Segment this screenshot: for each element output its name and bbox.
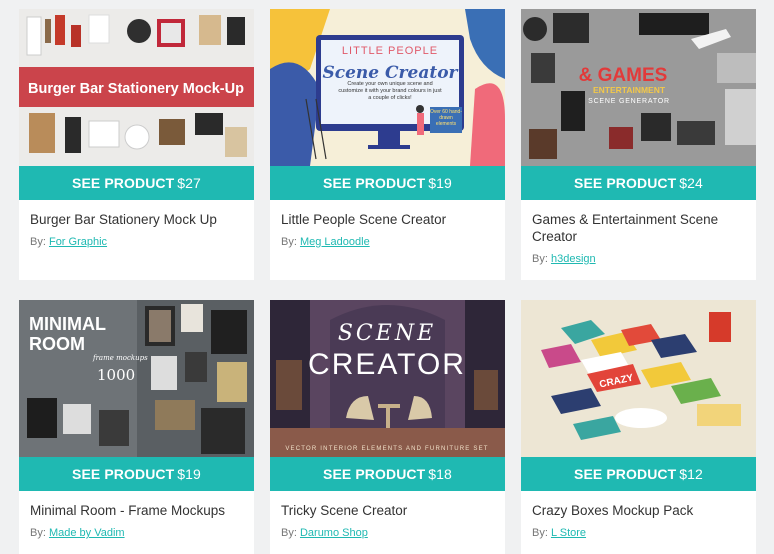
product-thumbnail[interactable]: SCENE CREATOR VECTOR INTERIOR ELEMENTS A…: [270, 300, 505, 457]
author-link[interactable]: Darumo Shop: [300, 527, 368, 539]
see-product-button[interactable]: SEE PRODUCT $19: [19, 457, 254, 491]
product-card: LITTLE PEOPLE Scene Creator Create your …: [270, 9, 505, 280]
by-label: By:: [281, 527, 297, 539]
price: $12: [679, 466, 703, 482]
see-product-label: SEE PRODUCT: [72, 466, 175, 482]
thumb-tagline: SCENE GENERATOR: [588, 98, 670, 105]
product-title[interactable]: Crazy Boxes Mockup Pack: [532, 502, 745, 519]
thumb-title: SCENE: [338, 321, 436, 346]
see-product-label: SEE PRODUCT: [72, 175, 175, 191]
see-product-button[interactable]: SEE PRODUCT $18: [270, 457, 505, 491]
author-link[interactable]: h3design: [551, 253, 596, 265]
see-product-label: SEE PRODUCT: [574, 466, 677, 482]
see-product-button[interactable]: SEE PRODUCT $27: [19, 166, 254, 200]
card-info: Little People Scene Creator By: Meg Lado…: [270, 200, 505, 249]
price: $24: [679, 175, 703, 191]
author-line: By: h3design: [532, 252, 745, 266]
author-link[interactable]: Meg Ladoodle: [300, 236, 370, 248]
minimal-room-image: MINIMAL ROOM frame mockups 1000: [19, 300, 254, 457]
thumb-subtitle: ENTERTAINMENT: [593, 85, 666, 95]
by-label: By:: [281, 236, 297, 248]
by-label: By:: [30, 527, 46, 539]
product-card: MINIMAL ROOM frame mockups 1000 SEE PROD…: [19, 300, 254, 554]
thumb-subtitle: frame mockups: [92, 354, 148, 362]
product-title[interactable]: Little People Scene Creator: [281, 211, 494, 228]
author-line: By: Darumo Shop: [281, 526, 494, 540]
card-info: Crazy Boxes Mockup Pack By: L Store: [521, 491, 756, 540]
card-info: Burger Bar Stationery Mock Up By: For Gr…: [19, 200, 254, 249]
product-thumbnail[interactable]: Burger Bar Stationery Mock-Up: [19, 9, 254, 166]
author-line: By: Meg Ladoodle: [281, 235, 494, 249]
see-product-label: SEE PRODUCT: [323, 466, 426, 482]
product-thumbnail[interactable]: LITTLE PEOPLE Scene Creator Create your …: [270, 9, 505, 166]
card-info: Games & Entertainment Scene Creator By: …: [521, 200, 756, 266]
price: $19: [177, 466, 201, 482]
author-link[interactable]: Made by Vadim: [49, 527, 125, 539]
author-link[interactable]: For Graphic: [49, 236, 107, 248]
product-card: CRAZY SEE PRODUCT $12 Crazy Boxes Mockup …: [521, 300, 756, 554]
by-label: By:: [532, 253, 548, 265]
by-label: By:: [532, 527, 548, 539]
product-card: & GAMES ENTERTAINMENT SCENE GENERATOR SE…: [521, 9, 756, 280]
card-info: Minimal Room - Frame Mockups By: Made by…: [19, 491, 254, 540]
tricky-scene-image: SCENE CREATOR VECTOR INTERIOR ELEMENTS A…: [270, 300, 505, 457]
see-product-label: SEE PRODUCT: [323, 175, 426, 191]
product-title[interactable]: Minimal Room - Frame Mockups: [30, 502, 243, 519]
games-entertainment-image: & GAMES ENTERTAINMENT SCENE GENERATOR: [521, 9, 756, 166]
thumb-number: 1000: [97, 366, 135, 384]
product-title[interactable]: Burger Bar Stationery Mock Up: [30, 211, 243, 228]
burger-bar-image: Burger Bar Stationery Mock-Up: [19, 9, 254, 166]
product-grid: Burger Bar Stationery Mock-Up SEE PRODUC…: [0, 0, 774, 554]
see-product-button[interactable]: SEE PRODUCT $19: [270, 166, 505, 200]
product-thumbnail[interactable]: & GAMES ENTERTAINMENT SCENE GENERATOR: [521, 9, 756, 166]
thumb-badge: Over 60 hand-drawn elements: [430, 109, 462, 127]
author-line: By: Made by Vadim: [30, 526, 243, 540]
product-thumbnail[interactable]: CRAZY: [521, 300, 756, 457]
thumb-title-2: CREATOR: [308, 348, 466, 381]
see-product-button[interactable]: SEE PRODUCT $12: [521, 457, 756, 491]
author-line: By: L Store: [532, 526, 745, 540]
crazy-boxes-image: CRAZY: [521, 300, 756, 457]
product-thumbnail[interactable]: MINIMAL ROOM frame mockups 1000: [19, 300, 254, 457]
product-card: Burger Bar Stationery Mock-Up SEE PRODUC…: [19, 9, 254, 280]
thumb-subtitle: Scene Creator: [322, 63, 458, 83]
thumb-title: Burger Bar Stationery Mock-Up: [28, 81, 244, 97]
price: $27: [177, 175, 201, 191]
price: $19: [428, 175, 452, 191]
little-people-image: LITTLE PEOPLE Scene Creator Create your …: [270, 9, 505, 166]
thumb-tagline: VECTOR INTERIOR ELEMENTS AND FURNITURE S…: [285, 446, 488, 452]
thumb-description: Create your own unique scene and customi…: [338, 81, 442, 101]
thumb-title-2: ROOM: [29, 334, 85, 354]
product-title[interactable]: Tricky Scene Creator: [281, 502, 494, 519]
thumb-title: & GAMES: [579, 65, 668, 86]
product-title[interactable]: Games & Entertainment Scene Creator: [532, 211, 745, 245]
by-label: By:: [30, 236, 46, 248]
see-product-button[interactable]: SEE PRODUCT $24: [521, 166, 756, 200]
author-link[interactable]: L Store: [551, 527, 586, 539]
price: $18: [428, 466, 452, 482]
product-card: SCENE CREATOR VECTOR INTERIOR ELEMENTS A…: [270, 300, 505, 554]
thumb-title: MINIMAL: [29, 314, 106, 334]
card-info: Tricky Scene Creator By: Darumo Shop: [270, 491, 505, 540]
author-line: By: For Graphic: [30, 235, 243, 249]
see-product-label: SEE PRODUCT: [574, 175, 677, 191]
thumb-title: LITTLE PEOPLE: [342, 45, 438, 57]
